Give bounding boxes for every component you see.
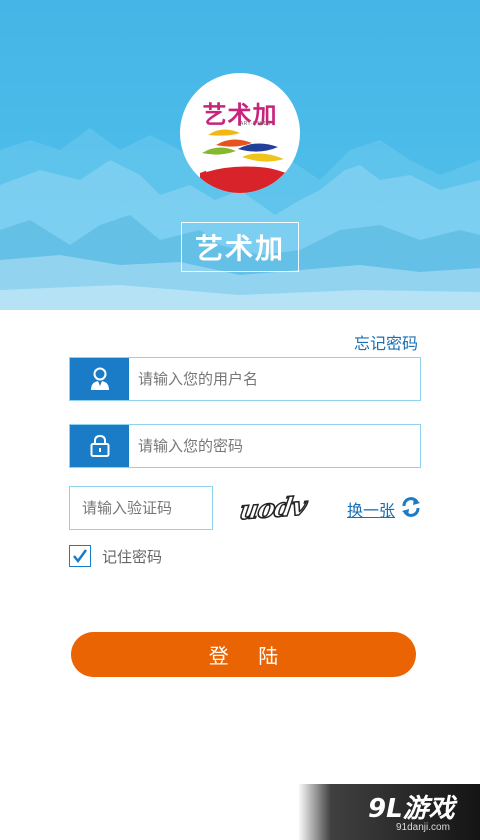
app-name-title: 艺术加 [181,222,299,272]
password-input[interactable] [129,425,420,467]
lock-icon [90,434,109,457]
remember-password-row[interactable]: 记住密码 [69,545,162,567]
password-field[interactable] [69,424,421,468]
remember-checkbox[interactable] [69,545,91,567]
username-icon-box [70,358,129,400]
captcha-input[interactable] [69,486,213,530]
app-logo: 艺术加 ART·STUDY [180,73,300,193]
user-icon [90,367,109,390]
username-field[interactable] [69,357,421,401]
site-watermark: 9L游戏 91danji.com [298,784,480,840]
logo-subtext: ART·STUDY [240,121,272,127]
logo-graphic [200,129,286,193]
captcha-code: uodv [237,491,309,527]
checkmark-icon [73,549,88,564]
refresh-captcha-link[interactable]: 换一张 [347,497,395,521]
forgot-password-link[interactable]: 忘记密码 [354,330,418,354]
username-input[interactable] [129,358,420,400]
remember-password-label: 记住密码 [102,547,163,566]
login-button[interactable]: 登 陆 [71,632,416,677]
captcha-image[interactable]: uodv [232,491,314,527]
watermark-main: 9L游戏 [368,794,455,824]
watermark-sub: 91danji.com [396,822,450,833]
header-banner: 艺术加 ART·STUDY 艺术加 [0,0,480,310]
password-icon-box [70,425,129,467]
refresh-icon[interactable] [400,496,422,518]
